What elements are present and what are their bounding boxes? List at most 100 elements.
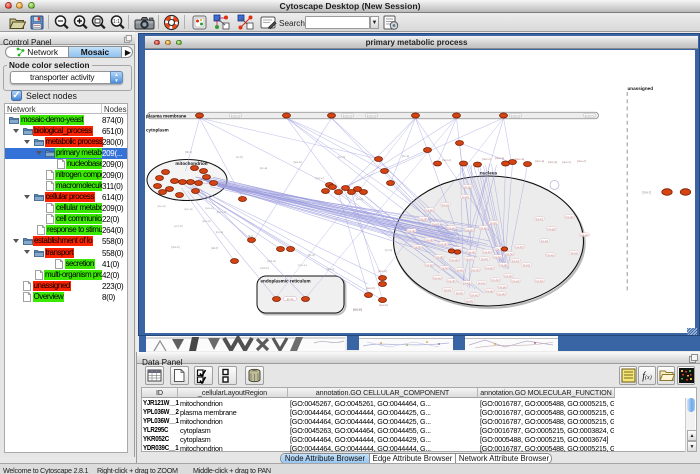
svg-text:[cc-a]: [cc-a] xyxy=(402,154,410,158)
svg-text:plasma membrane: plasma membrane xyxy=(146,114,187,119)
svg-text:[nu-hc]: [nu-hc] xyxy=(494,256,502,259)
svg-text:[nu-bc]: [nu-bc] xyxy=(492,279,500,282)
svg-text:[er-a]: [er-a] xyxy=(287,297,294,301)
svg-text:[nu-ec]: [nu-ec] xyxy=(547,254,555,257)
svg-text:[aa-a]: [aa-a] xyxy=(294,160,302,164)
svg-text:[nu-hc]: [nu-hc] xyxy=(414,246,422,249)
svg-text:[nn-b]: [nn-b] xyxy=(175,224,183,228)
svg-text:unassigned: unassigned xyxy=(628,86,654,91)
svg-text:[nu-dc]: [nu-dc] xyxy=(426,239,434,242)
svg-text:[nu-fc]: [nu-fc] xyxy=(490,222,497,225)
svg-text:endoplasmic reticulum: endoplasmic reticulum xyxy=(261,279,311,284)
svg-text:[uu-c]: [uu-c] xyxy=(185,207,193,211)
svg-text:[sec-b]: [sec-b] xyxy=(353,307,362,311)
svg-text:[nu-dc]: [nu-dc] xyxy=(498,293,506,296)
svg-text:[nuc-d]: [nuc-d] xyxy=(548,160,557,164)
svg-text:[nu-cc]: [nu-cc] xyxy=(541,240,549,243)
svg-text:[nuc-a]: [nuc-a] xyxy=(535,159,544,163)
svg-text:[vv-b]: [vv-b] xyxy=(338,155,346,159)
svg-text:[vv-b]: [vv-b] xyxy=(385,248,393,252)
svg-text:f(x): f(x) xyxy=(642,371,651,382)
svg-text:[nu-cc]: [nu-cc] xyxy=(512,260,520,263)
svg-text:[nu-ec]: [nu-ec] xyxy=(512,280,520,283)
svg-text:[uu-e]: [uu-e] xyxy=(316,176,324,180)
svg-text:1:1: 1:1 xyxy=(113,19,120,25)
svg-text:[dd-d]: [dd-d] xyxy=(268,259,276,263)
svg-text:[nu-gc]: [nu-gc] xyxy=(548,228,556,231)
svg-text:[nu-dc]: [nu-dc] xyxy=(436,256,444,259)
svg-text:mitochondrion: mitochondrion xyxy=(175,161,207,166)
svg-text:[nu-gc]: [nu-gc] xyxy=(499,286,507,289)
svg-text:[nu-ic]: [nu-ic] xyxy=(571,252,578,255)
svg-text:[nu-bc]: [nu-bc] xyxy=(486,267,494,270)
svg-text:[nu-ic]: [nu-ic] xyxy=(444,289,451,292)
svg-text:[sec-b]: [sec-b] xyxy=(378,269,387,273)
svg-text:cytoplasm: cytoplasm xyxy=(146,128,169,133)
svg-text:[nu-dc]: [nu-dc] xyxy=(468,251,476,254)
svg-text:[nuc-c]: [nuc-c] xyxy=(562,160,571,164)
svg-text:[nu-bc]: [nu-bc] xyxy=(505,275,513,278)
svg-text:[nu-fc]: [nu-fc] xyxy=(456,292,463,295)
svg-text:[nu-ic]: [nu-ic] xyxy=(523,264,530,267)
svg-text:[nu-ac]: [nu-ac] xyxy=(480,227,488,230)
svg-text:[nu-dc]: [nu-dc] xyxy=(500,264,508,267)
svg-text:[nuc-a]: [nuc-a] xyxy=(495,156,504,160)
svg-text:[nu-dc]: [nu-dc] xyxy=(566,216,574,219)
svg-text:[sec-b]: [sec-b] xyxy=(379,303,388,307)
svg-text:[nu-bc]: [nu-bc] xyxy=(536,280,544,283)
svg-text:[nu-bc]: [nu-bc] xyxy=(426,264,434,267)
svg-text:[nu-ac]: [nu-ac] xyxy=(581,234,589,237)
svg-text:[uu-e]: [uu-e] xyxy=(206,206,214,210)
svg-text:[nu-cc]: [nu-cc] xyxy=(432,223,440,226)
svg-text:[cc-e]: [cc-e] xyxy=(216,230,224,234)
svg-text:[nu-ec]: [nu-ec] xyxy=(434,277,442,280)
svg-text:[tt-d]: [tt-d] xyxy=(308,253,314,257)
svg-text:[nu-bc]: [nu-bc] xyxy=(441,267,449,270)
svg-text:[uu-c]: [uu-c] xyxy=(203,219,211,223)
svg-text:[nu-ac]: [nu-ac] xyxy=(426,209,434,212)
svg-text:[nu-fc]: [nu-fc] xyxy=(466,300,473,303)
svg-text:[nu-dc]: [nu-dc] xyxy=(440,243,448,246)
svg-text:[nu-gc]: [nu-gc] xyxy=(466,229,474,232)
svg-text:[sec-b]: [sec-b] xyxy=(366,286,375,290)
svg-text:[mem-t]: [mem-t] xyxy=(343,113,353,117)
svg-text:[uu-c]: [uu-c] xyxy=(158,204,166,208)
svg-text:[low-t]: [low-t] xyxy=(642,191,651,195)
svg-text:[nu-ec]: [nu-ec] xyxy=(448,227,456,230)
svg-text:[dd-b]: [dd-b] xyxy=(261,266,269,270)
svg-text:[uu-e]: [uu-e] xyxy=(299,263,307,267)
svg-text:[nu-ic]: [nu-ic] xyxy=(478,282,485,285)
svg-text:[nu-gc]: [nu-gc] xyxy=(464,186,472,189)
svg-text:[nu-fc]: [nu-fc] xyxy=(462,196,469,199)
svg-text:[dd-f]: [dd-f] xyxy=(211,246,218,250)
svg-text:[bb-f]: [bb-f] xyxy=(185,150,192,154)
svg-text:[mem-t]: [mem-t] xyxy=(511,113,521,117)
svg-text:[nu-dc]: [nu-dc] xyxy=(420,218,428,221)
svg-text:[mem-t]: [mem-t] xyxy=(585,113,595,117)
svg-text:[mm-c]: [mm-c] xyxy=(217,210,227,214)
svg-text:[nu-ac]: [nu-ac] xyxy=(456,269,464,272)
svg-text:[nuc-c]: [nuc-c] xyxy=(442,158,451,162)
svg-text:[nu-dc]: [nu-dc] xyxy=(451,259,459,262)
svg-text:[nu-cc]: [nu-cc] xyxy=(536,218,544,221)
svg-text:[tt-b]: [tt-b] xyxy=(236,155,242,159)
svg-text:[mem-t]: [mem-t] xyxy=(367,113,377,117)
svg-text:[nu-bc]: [nu-bc] xyxy=(516,246,524,249)
svg-text:[cc-a]: [cc-a] xyxy=(260,166,268,170)
svg-text:[nuc-c]: [nuc-c] xyxy=(577,159,586,163)
svg-text:[vv-b]: [vv-b] xyxy=(356,197,364,201)
svg-text:[nuc-c]: [nuc-c] xyxy=(482,157,491,161)
svg-text:[nu-cc]: [nu-cc] xyxy=(442,204,450,207)
svg-text:[nu-cc]: [nu-cc] xyxy=(463,282,471,285)
svg-text:[nu-bc]: [nu-bc] xyxy=(484,251,492,254)
svg-text:[nu-hc]: [nu-hc] xyxy=(472,269,480,272)
svg-text:[nu-ic]: [nu-ic] xyxy=(466,258,473,261)
svg-text:[nu-dc]: [nu-dc] xyxy=(408,230,416,233)
svg-text:[nu-dc]: [nu-dc] xyxy=(448,280,456,283)
svg-text:[nu-ec]: [nu-ec] xyxy=(471,294,479,297)
svg-text:[nu-hc]: [nu-hc] xyxy=(506,253,514,256)
svg-text:[dd-b]: [dd-b] xyxy=(172,245,180,249)
svg-text:[mem-t]: [mem-t] xyxy=(231,113,241,117)
svg-text:[nu-fc]: [nu-fc] xyxy=(481,258,488,261)
svg-text:[nu-gc]: [nu-gc] xyxy=(486,290,494,293)
